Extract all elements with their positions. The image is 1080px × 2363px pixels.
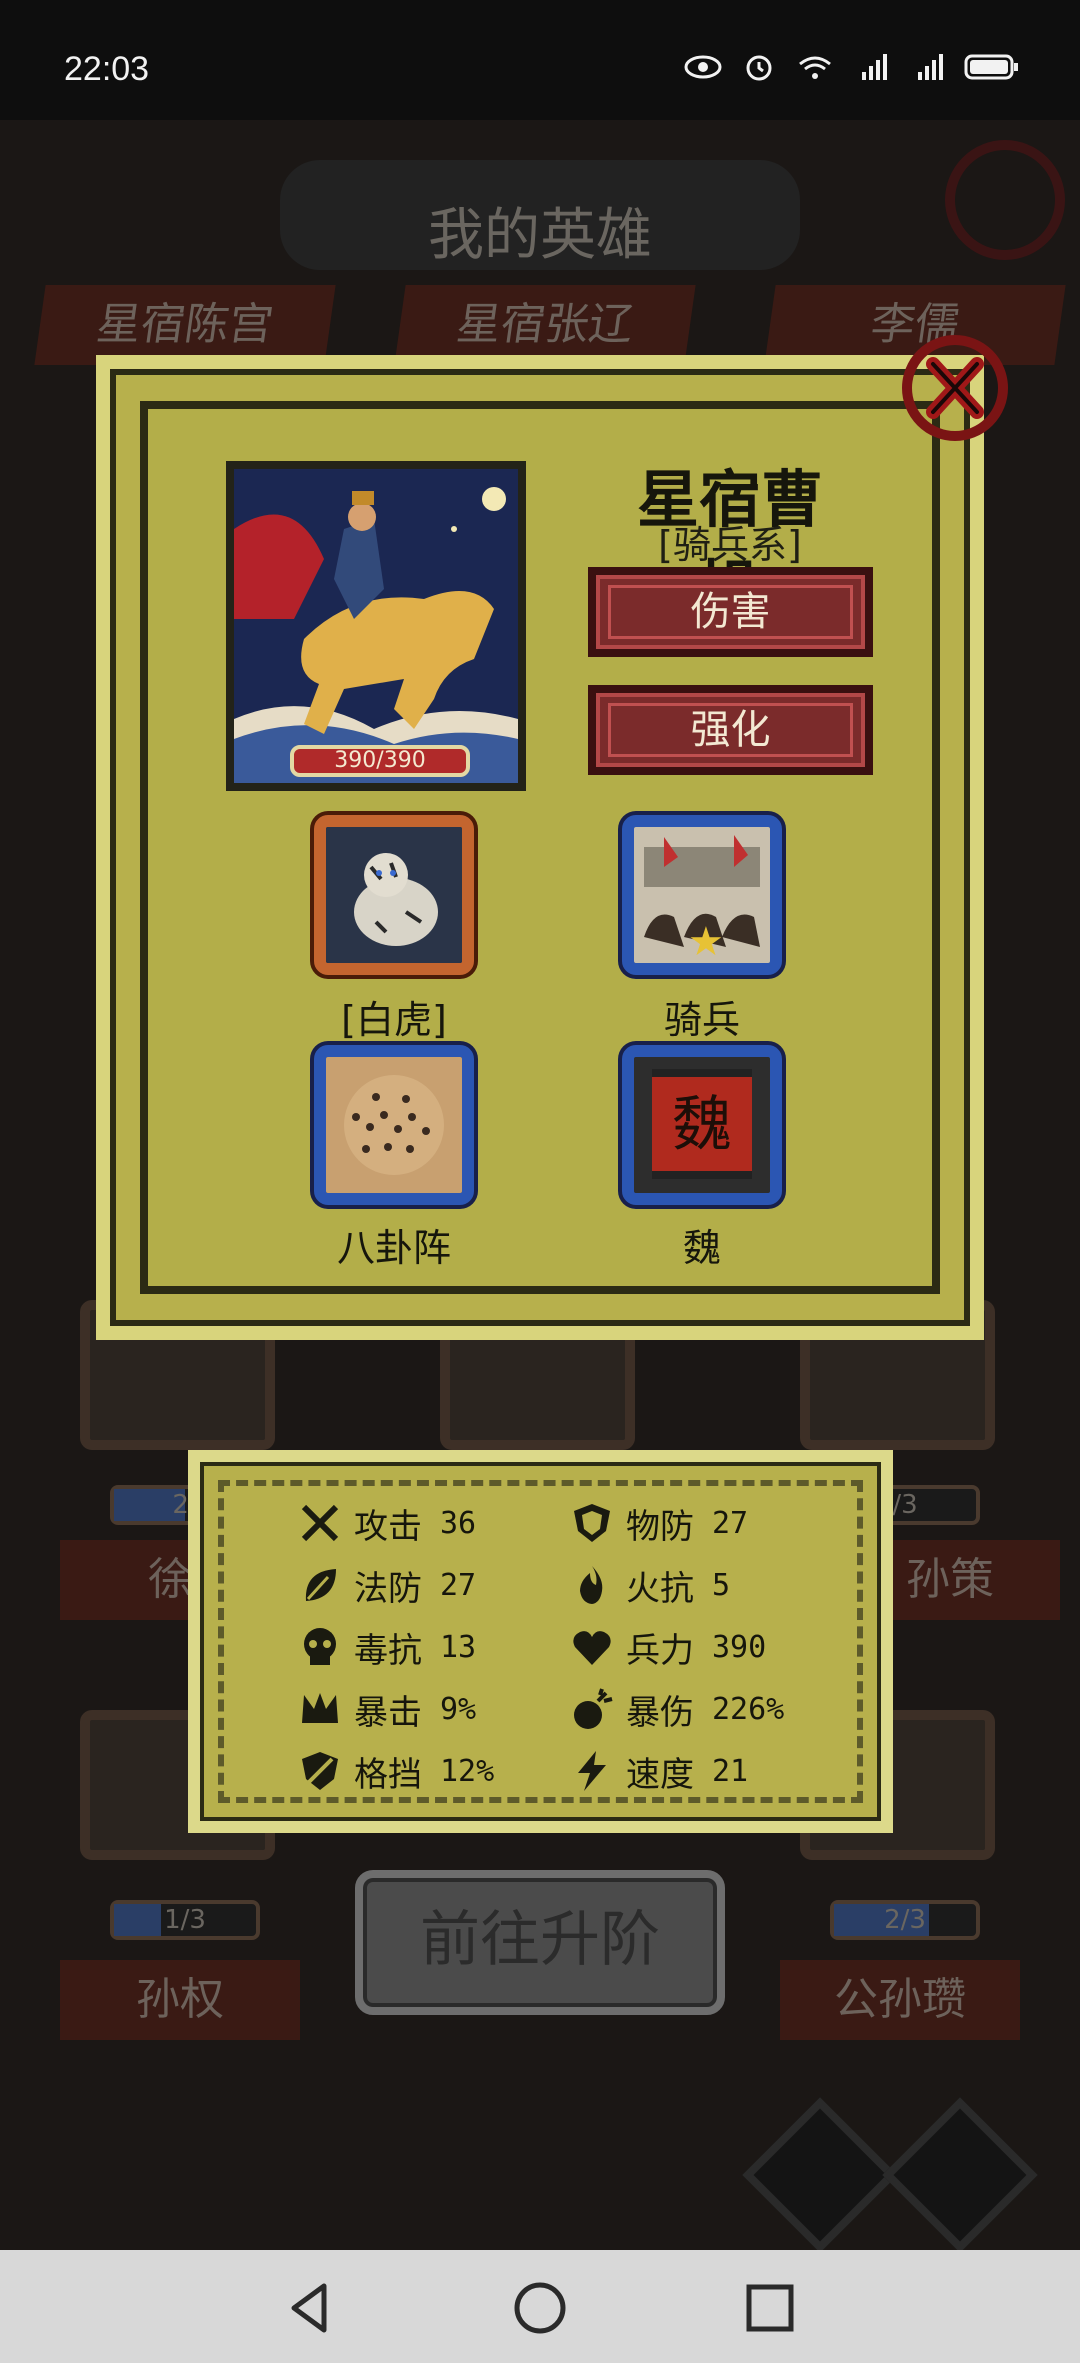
status-icons (684, 52, 1020, 82)
background-close-icon[interactable] (945, 140, 1065, 260)
recents-icon[interactable] (740, 2278, 800, 2338)
status-bar: 22:03 (0, 0, 1080, 120)
hero-portrait: 390/390 (226, 461, 526, 791)
skill-label-cavalry: 骑兵 (663, 998, 740, 1042)
enhance-button[interactable]: 强化 (588, 685, 873, 775)
stat-speed: 速度 21 (570, 1746, 748, 1796)
hero-name-sunquan: 孙权 (60, 1960, 300, 2040)
leaf-icon (305, 1569, 336, 1601)
tab-chengong[interactable]: 星宿陈宫 (34, 285, 336, 365)
fire-icon (580, 1566, 603, 1604)
eye-icon (684, 55, 722, 79)
skill-label-wei: 魏 (682, 1226, 721, 1270)
close-icon[interactable] (895, 328, 1015, 448)
heart-icon (573, 1631, 611, 1665)
cavalry-icon[interactable]: ★ (622, 815, 782, 975)
hero-progress: 1/3 (110, 1900, 260, 1940)
wifi-icon (799, 56, 831, 79)
bomb-icon (574, 1688, 613, 1729)
hero-detail-panel: 390/390 星宿曹操 [骑兵系] 伤害 强化 [白虎] ★ 骑兵 (96, 355, 984, 1340)
bagua-formation-image (326, 1057, 462, 1193)
page-title: 我的英雄 (428, 203, 652, 268)
stat-fire-resist: 火抗 5 (570, 1560, 730, 1610)
list-view-icon[interactable] (742, 2097, 898, 2250)
skull-icon (304, 1628, 336, 1665)
tab-zhangliao[interactable]: 星宿张辽 (394, 285, 696, 365)
block-shield-icon (302, 1752, 338, 1790)
signal-5g-icon (862, 54, 887, 80)
bagua-formation-icon[interactable] (314, 1045, 474, 1205)
skill-label-white-tiger: [白虎] (341, 998, 447, 1042)
stat-block: 格挡 12% (298, 1746, 494, 1796)
crown-icon (302, 1693, 338, 1723)
filter-icon[interactable] (882, 2097, 1038, 2250)
upgrade-button[interactable]: 前往升阶 (355, 1870, 725, 2015)
wei-banner-icon[interactable]: 魏 (622, 1045, 782, 1205)
damage-button[interactable]: 伤害 (588, 567, 873, 657)
stat-troops: 兵力 390 (570, 1622, 766, 1672)
stat-poison-resist: 毒抗 13 (298, 1622, 476, 1672)
hero-progress: 2/3 (830, 1900, 980, 1940)
stat-crit: 暴击 9% (298, 1684, 476, 1734)
lightning-icon (578, 1751, 606, 1791)
wei-banner: 魏 (652, 1069, 752, 1179)
status-time: 22:03 (64, 50, 150, 88)
signal-5g-2-icon (918, 54, 943, 80)
stats-panel: 攻击 36 物防 27 法防 27 火抗 5 毒抗 13 兵力 390 暴击 9% 暴伤 226… (188, 1450, 893, 1833)
white-tiger-image (326, 827, 462, 963)
stat-physical-defense: 物防 27 (570, 1498, 748, 1548)
stat-magic-defense: 法防 27 (298, 1560, 476, 1610)
navigation-bar (0, 2250, 1080, 2363)
hero-name-gongsunzan: 公孙瓒 (780, 1960, 1020, 2040)
stat-crit-damage: 暴伤 226% (570, 1684, 784, 1734)
shield-icon (574, 1504, 610, 1542)
white-tiger-icon[interactable] (314, 815, 474, 975)
skill-label-bagua: 八卦阵 (336, 1226, 451, 1270)
hero-hp-bar: 390/390 (290, 745, 470, 777)
star-icon: ★ (688, 919, 724, 965)
back-icon[interactable] (280, 2278, 340, 2338)
swords-icon (301, 1504, 339, 1542)
stat-attack: 攻击 36 (298, 1498, 476, 1548)
battery-icon (964, 54, 1018, 80)
home-icon[interactable] (510, 2278, 570, 2338)
hero-class: [骑兵系] (658, 523, 802, 567)
alarm-icon (746, 55, 772, 81)
cavalry-general-image (234, 469, 518, 783)
